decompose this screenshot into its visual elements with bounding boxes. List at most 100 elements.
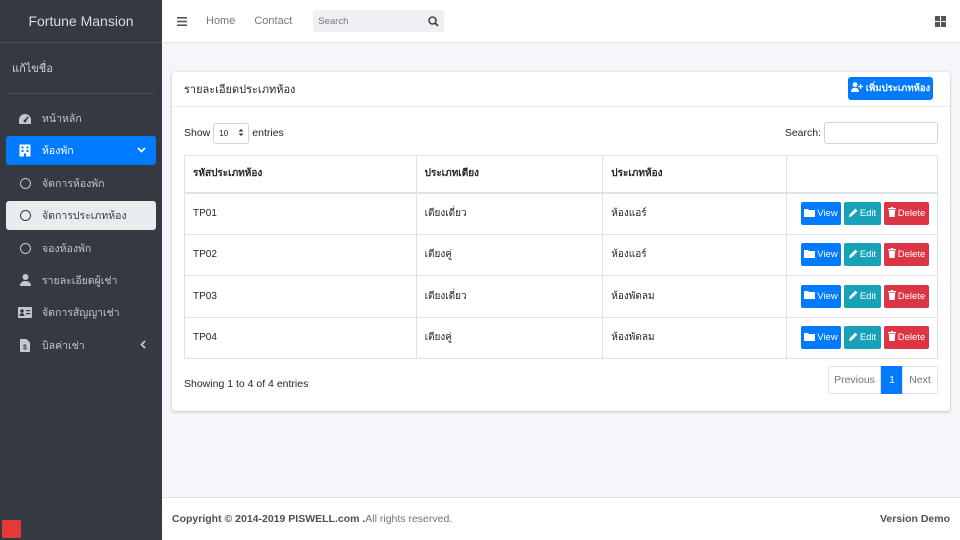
sidebar-item-label: จัดการห้องพัก [42,177,105,190]
view-button[interactable]: View [801,284,841,308]
room-type-cell: ห้องพัดลม [602,275,787,318]
select-arrows-icon [238,128,244,139]
room-type-cell: ห้องแอร์ [602,192,787,235]
view-button[interactable]: View [801,326,841,350]
sidebar-item-manage-rooms[interactable]: จัดการห้องพัก [6,169,156,198]
pagination-page-1[interactable]: 1 [881,366,903,394]
menu-toggle-icon[interactable] [177,13,187,29]
sidebar-menu: หน้าหลัก ห้องพัก จัดการห้องพัก จัดการประ… [0,94,162,360]
view-button-label: View [817,332,838,344]
sidebar-item-label: หน้าหลัก [42,113,82,125]
add-room-type-button[interactable]: เพิ่มประเภทห้อง [848,77,933,100]
edit-button[interactable]: Edit [844,326,881,350]
sidebar: Fortune Mansion แก้ไขชื่อ หน้าหลัก ห้องพ… [0,0,162,540]
trash-icon [887,331,896,344]
delete-button[interactable]: Delete [884,284,929,308]
apps-grid-icon[interactable] [935,16,946,27]
pagination-next[interactable]: Next [902,366,938,394]
app-logo-icon [2,520,21,538]
user-name-link[interactable]: แก้ไขชื่อ [8,43,154,94]
folder-icon [804,332,816,344]
view-button-label: View [817,249,838,261]
room-type-code-cell: TP02 [184,233,417,276]
column-header[interactable]: ประเภทห้อง [602,155,787,194]
table-row: TP04 เตียงคู่ ห้องพัดลม View Edit Delete [184,316,939,359]
sidebar-item-label: จัดการสัญญาเช่า [42,307,120,320]
edit-button[interactable]: Edit [844,243,881,267]
table-controls: Show 10 entries Search: [184,122,938,144]
view-button[interactable]: View [801,202,841,225]
navbar-search [313,10,445,32]
tachometer-icon [18,112,32,126]
top-navbar: Home Contact [162,0,960,43]
sidebar-item-tenants[interactable]: รายละเอียดผู้เช่า [6,266,156,295]
edit-button-label: Edit [859,332,877,344]
delete-button-label: Delete [897,249,926,261]
navbar-search-input[interactable] [318,15,427,27]
sidebar-item-bills[interactable]: $ บิลค่าเช่า [6,331,156,360]
card-title: รายละเอียดประเภทห้อง [184,84,296,96]
actions-cell: View Edit Delete [785,233,939,276]
sidebar-item-contracts[interactable]: จัดการสัญญาเช่า [6,298,156,327]
edit-button-label: Edit [859,208,877,219]
pagination-previous[interactable]: Previous [828,366,881,394]
sidebar-item-rooms[interactable]: ห้องพัก [6,136,156,166]
table-header-row: รหัสประเภทห้อง ประเภทเตียง ประเภทห้อง [184,155,939,194]
room-type-code-cell: TP04 [184,316,417,359]
sidebar-item-label: บิลค่าเช่า [42,339,85,352]
view-button-label: View [817,208,838,219]
table-row: TP01 เตียงเดี่ยว ห้องแอร์ View Edit Delete [184,192,939,235]
nav-home-link[interactable]: Home [206,15,235,27]
actions-cell: View Edit Delete [785,316,939,359]
circle-icon [18,176,32,190]
actions-cell: View Edit Delete [785,192,939,235]
entries-label: entries [252,127,284,139]
brand-link[interactable]: Fortune Mansion [0,0,162,43]
folder-icon [804,249,816,261]
delete-button[interactable]: Delete [884,326,929,350]
show-label: Show [184,127,211,139]
pencil-icon [848,332,858,344]
table-row: TP03 เตียงเดี่ยว ห้องพัดลม View Edit Delete [184,275,939,318]
id-card-icon [18,306,32,320]
delete-button-label: Delete [897,290,926,302]
room-type-code-cell: TP01 [184,192,417,235]
edit-button[interactable]: Edit [844,284,881,308]
card-header: รายละเอียดประเภทห้อง เพิ่มประเภทห้อง [172,72,950,107]
nav-contact-link[interactable]: Contact [254,15,292,27]
table-row: TP02 เตียงคู่ ห้องแอร์ View Edit Delete [184,233,939,276]
room-type-table: รหัสประเภทห้อง ประเภทเตียง ประเภทห้อง TP… [184,155,939,359]
edit-button[interactable]: Edit [844,202,881,225]
room-type-code-cell: TP03 [184,275,417,318]
column-header[interactable]: ประเภทเตียง [415,155,604,194]
sidebar-item-label: รายละเอียดผู้เช่า [42,274,118,287]
search-icon[interactable] [426,14,440,28]
sidebar-item-booking[interactable]: จองห้องพัก [6,234,156,263]
footer-rights: All rights reserved. [365,513,453,525]
delete-button[interactable]: Delete [884,243,929,267]
sidebar-item-label: จัดการประเภทห้อง [42,210,127,223]
table-search-input[interactable] [824,122,938,144]
trash-icon [887,289,896,303]
sidebar-item-home[interactable]: หน้าหลัก [6,104,156,133]
footer: Copyright © 2014-2019 PISWELL.com . All … [162,497,960,540]
sidebar-item-manage-room-types[interactable]: จัดการประเภทห้อง [6,201,156,231]
room-type-cell: ห้องแอร์ [602,233,787,276]
view-button[interactable]: View [801,243,841,267]
file-invoice-icon: $ [18,338,32,352]
pencil-icon [848,290,858,302]
filter-label: Search: [784,127,821,139]
svg-text:$: $ [23,344,27,351]
column-header[interactable]: รหัสประเภทห้อง [184,155,417,194]
entries-select[interactable]: 10 [213,122,250,144]
circle-icon [18,209,32,223]
pencil-icon [848,249,858,261]
edit-button-label: Edit [859,290,877,302]
chevron-down-icon [137,145,146,156]
chevron-left-icon [140,340,146,352]
table-filter: Search: [785,122,938,144]
user-plus-icon [850,82,863,95]
delete-button[interactable]: Delete [884,202,929,225]
bed-type-cell: เตียงคู่ [415,316,604,359]
room-type-card: รายละเอียดประเภทห้อง เพิ่มประเภทห้อง Sho… [172,72,950,411]
